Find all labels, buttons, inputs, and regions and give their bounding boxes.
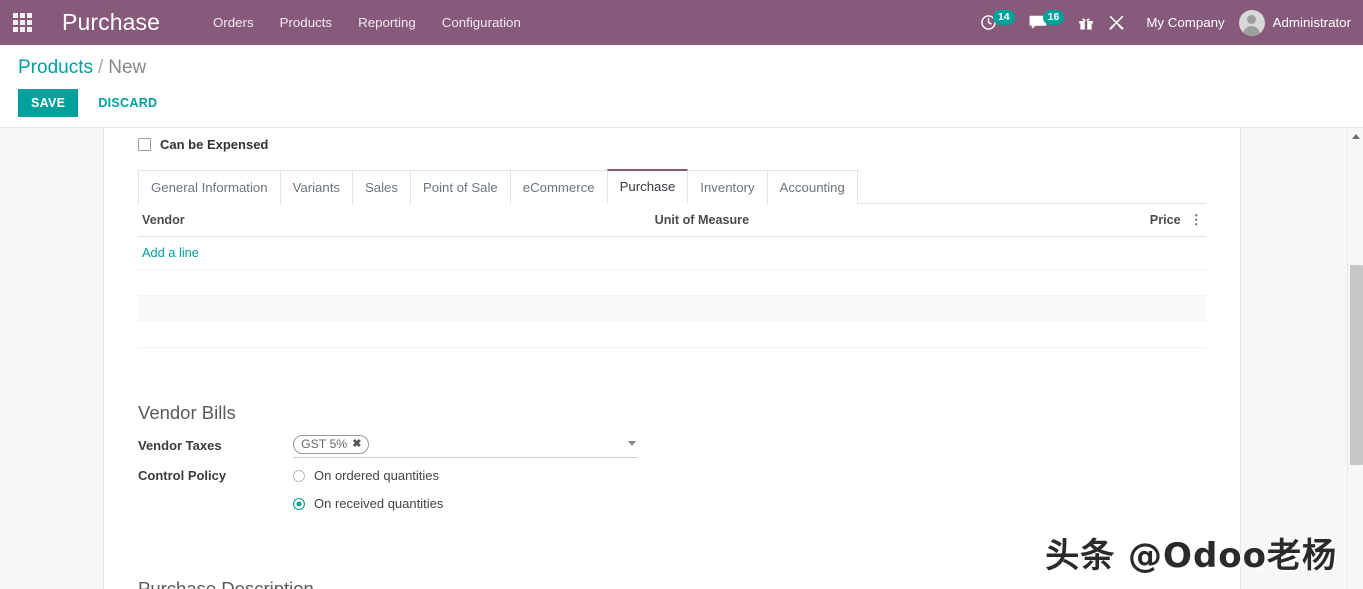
menu-item-products[interactable]: Products [267, 0, 345, 45]
can-be-expensed-label: Can be Expensed [160, 137, 268, 152]
tag-gst-5[interactable]: GST 5% ✖ [293, 435, 369, 454]
add-line-cell: Add a line [138, 237, 1206, 270]
can-be-expensed-checkbox[interactable] [138, 138, 151, 151]
radio-label-on-received-quantities: On received quantities [314, 496, 443, 511]
content-area: Can be Expensed General Information Vari… [0, 128, 1363, 589]
table-filler-row [138, 296, 1206, 322]
notebook-tabs: General Information Variants Sales Point… [138, 168, 1206, 204]
vertical-scrollbar[interactable] [1347, 128, 1363, 589]
table-filler-row [138, 270, 1206, 296]
close-x-icon[interactable]: ✖ [352, 437, 361, 451]
tab-general-information[interactable]: General Information [138, 170, 281, 204]
menu-item-orders[interactable]: Orders [200, 0, 267, 45]
main-menu: Orders Products Reporting Configuration [200, 0, 534, 45]
gift-icon [1078, 15, 1094, 31]
scrollbar-thumb[interactable] [1350, 265, 1363, 465]
vendor-taxes-field: Vendor Taxes GST 5% ✖ [138, 434, 1206, 460]
vendor-bills-section-title: Vendor Bills [138, 402, 1206, 424]
table-filler-row [138, 322, 1206, 348]
menu-item-configuration[interactable]: Configuration [429, 0, 534, 45]
radio-on-received-quantities[interactable] [293, 498, 305, 510]
control-panel: Products/New SAVE DISCARD [0, 45, 1363, 128]
table-header-row: Vendor Unit of Measure Price ⋮ [138, 204, 1206, 237]
column-options-button[interactable]: ⋮ [1185, 204, 1206, 237]
column-header-vendor[interactable]: Vendor [138, 204, 651, 237]
add-line-row: Add a line [138, 237, 1206, 270]
scroll-up-button[interactable] [1348, 128, 1363, 144]
top-navbar: Purchase Orders Products Reporting Confi… [0, 0, 1363, 45]
control-policy-option-ordered[interactable]: On ordered quantities [293, 468, 638, 483]
radio-on-ordered-quantities[interactable] [293, 470, 305, 482]
column-header-price[interactable]: Price [1078, 204, 1185, 237]
column-header-unit-of-measure[interactable]: Unit of Measure [651, 204, 1078, 237]
tab-sales[interactable]: Sales [352, 170, 411, 204]
apps-menu-button[interactable] [0, 0, 45, 45]
control-policy-option-received[interactable]: On received quantities [293, 496, 638, 511]
tab-purchase[interactable]: Purchase [607, 169, 689, 204]
table-body: Add a line [138, 237, 1206, 348]
control-policy-label: Control Policy [138, 464, 293, 483]
tab-accounting[interactable]: Accounting [767, 170, 858, 204]
purchase-description-section-title: Purchase Description [138, 578, 1206, 589]
vendor-taxes-input[interactable]: GST 5% ✖ [293, 434, 638, 458]
gift-menu-button[interactable] [1071, 0, 1101, 45]
vendor-taxes-label: Vendor Taxes [138, 434, 293, 453]
activity-menu-button[interactable]: 14 [973, 0, 1022, 45]
messaging-count-badge: 16 [1043, 10, 1065, 25]
vendor-pricelist-table: Vendor Unit of Measure Price ⋮ Add a lin… [138, 204, 1206, 348]
breadcrumb-item-current: New [108, 57, 146, 78]
discard-button[interactable]: DISCARD [85, 89, 170, 117]
radio-label-on-ordered-quantities: On ordered quantities [314, 468, 439, 483]
breadcrumb-separator: / [98, 57, 103, 78]
control-policy-field: Control Policy On ordered quantities On … [138, 464, 1206, 524]
developer-tools-button[interactable] [1101, 0, 1132, 45]
tab-ecommerce[interactable]: eCommerce [510, 170, 608, 204]
systray: 14 16 My Company [973, 0, 1363, 45]
vertical-dots-icon: ⋮ [1190, 212, 1203, 227]
form-action-buttons: SAVE DISCARD [18, 89, 1345, 117]
tab-variants[interactable]: Variants [280, 170, 353, 204]
table-header: Vendor Unit of Measure Price ⋮ [138, 204, 1206, 237]
company-switcher[interactable]: My Company [1132, 0, 1236, 45]
user-name-label: Administrator [1273, 15, 1351, 30]
breadcrumb-item-products[interactable]: Products [18, 57, 93, 78]
user-menu-button[interactable]: Administrator [1237, 10, 1351, 36]
breadcrumb: Products/New [18, 45, 1345, 79]
chevron-up-icon [1352, 134, 1360, 139]
activity-count-badge: 14 [993, 10, 1015, 25]
apps-grid-icon [13, 13, 32, 32]
menu-item-reporting[interactable]: Reporting [345, 0, 429, 45]
form-sheet-wrapper: Can be Expensed General Information Vari… [0, 128, 1363, 589]
user-avatar-icon [1239, 10, 1265, 36]
can-be-expensed-field: Can be Expensed [138, 128, 1206, 164]
add-a-line-button[interactable]: Add a line [142, 245, 199, 260]
form-sheet: Can be Expensed General Information Vari… [103, 128, 1241, 589]
save-button[interactable]: SAVE [18, 89, 78, 117]
tag-label: GST 5% [301, 437, 347, 451]
tools-icon [1108, 14, 1125, 31]
messaging-menu-button[interactable]: 16 [1022, 0, 1072, 45]
tab-point-of-sale[interactable]: Point of Sale [410, 170, 511, 204]
caret-down-icon[interactable] [628, 441, 636, 446]
tab-inventory[interactable]: Inventory [687, 170, 767, 204]
app-brand-title: Purchase [62, 9, 160, 36]
